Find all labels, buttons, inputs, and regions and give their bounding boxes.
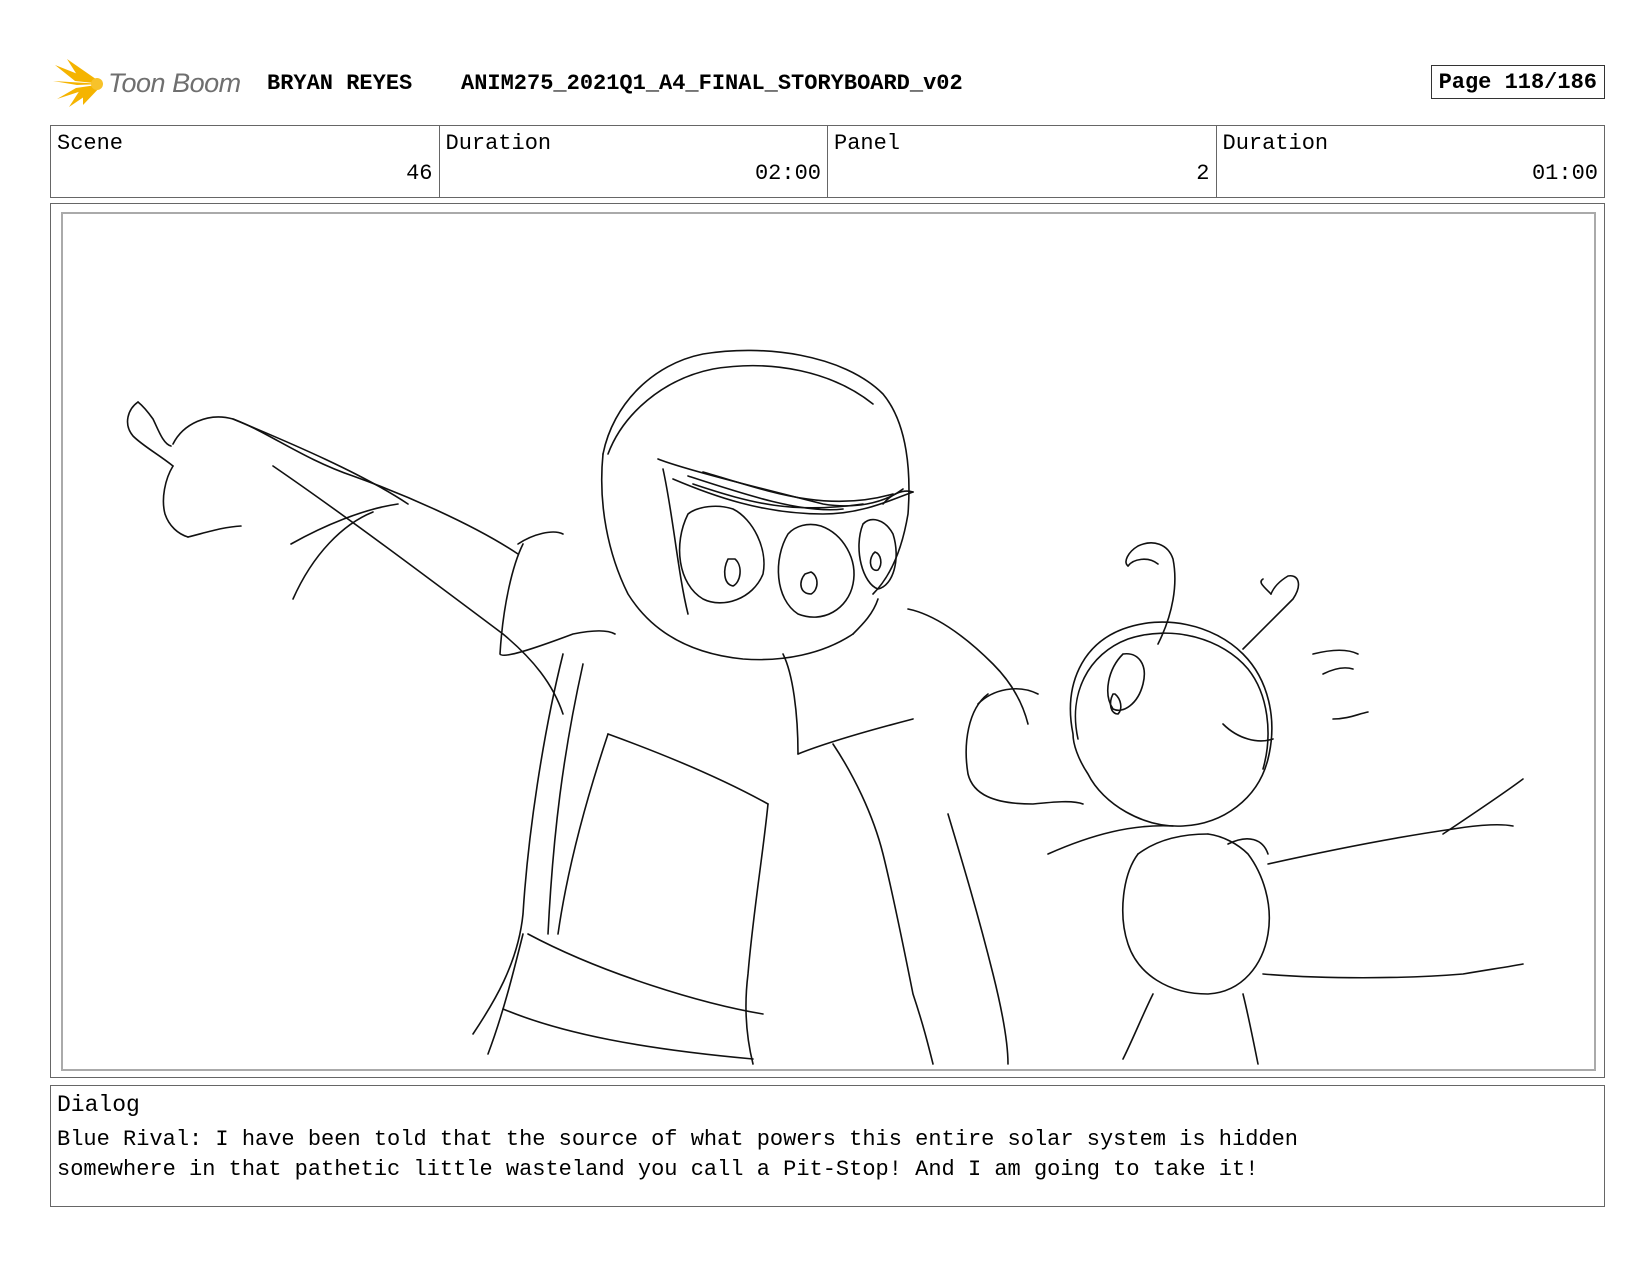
scene-label: Scene <box>57 131 124 156</box>
pointing-arm-sketch <box>126 401 564 715</box>
toon-boom-starburst-icon <box>53 59 103 107</box>
dialog-label: Dialog <box>57 1092 140 1118</box>
scene-duration-value: 02:00 <box>754 161 821 186</box>
author-name: BRYAN REYES <box>267 71 413 96</box>
page-indicator: Page 118/186 <box>1430 65 1605 99</box>
sketch-drawing <box>126 349 1524 1065</box>
logo-wordmark: Toon Boom <box>108 68 241 98</box>
panel-value: 2 <box>1196 161 1210 186</box>
dialog-text: Blue Rival: I have been told that the so… <box>57 1127 1299 1182</box>
scene-duration-cell: Duration 02:00 <box>440 126 828 197</box>
panel-label: Panel <box>834 131 901 156</box>
scene-info-table: Scene 46 Duration 02:00 Panel 2 Duration… <box>50 125 1605 198</box>
bug-character-sketch <box>1069 542 1524 1065</box>
storyboard-header: Toon Boom BRYAN REYES ANIM275_2021Q1_A4_… <box>53 55 1605 115</box>
panel-duration-label: Duration <box>1222 131 1329 156</box>
storyboard-panel <box>50 203 1605 1078</box>
toon-boom-logo: Toon Boom <box>53 59 253 109</box>
helmet-sketch <box>600 349 914 661</box>
rival-torso-sketch <box>472 531 1009 1065</box>
dialog-box: Dialog Blue Rival: I have been told that… <box>50 1085 1605 1207</box>
scene-duration-label: Duration <box>445 131 552 156</box>
scene-cell: Scene 46 <box>51 126 440 197</box>
rival-reaching-arm-sketch <box>907 608 1174 855</box>
scene-value: 46 <box>406 161 433 186</box>
panel-cell: Panel 2 <box>828 126 1217 197</box>
panel-duration-value: 01:00 <box>1531 161 1598 186</box>
panel-duration-cell: Duration 01:00 <box>1217 126 1605 197</box>
panel-frame <box>61 212 1596 1071</box>
project-title: ANIM275_2021Q1_A4_FINAL_STORYBOARD_v02 <box>461 71 963 96</box>
